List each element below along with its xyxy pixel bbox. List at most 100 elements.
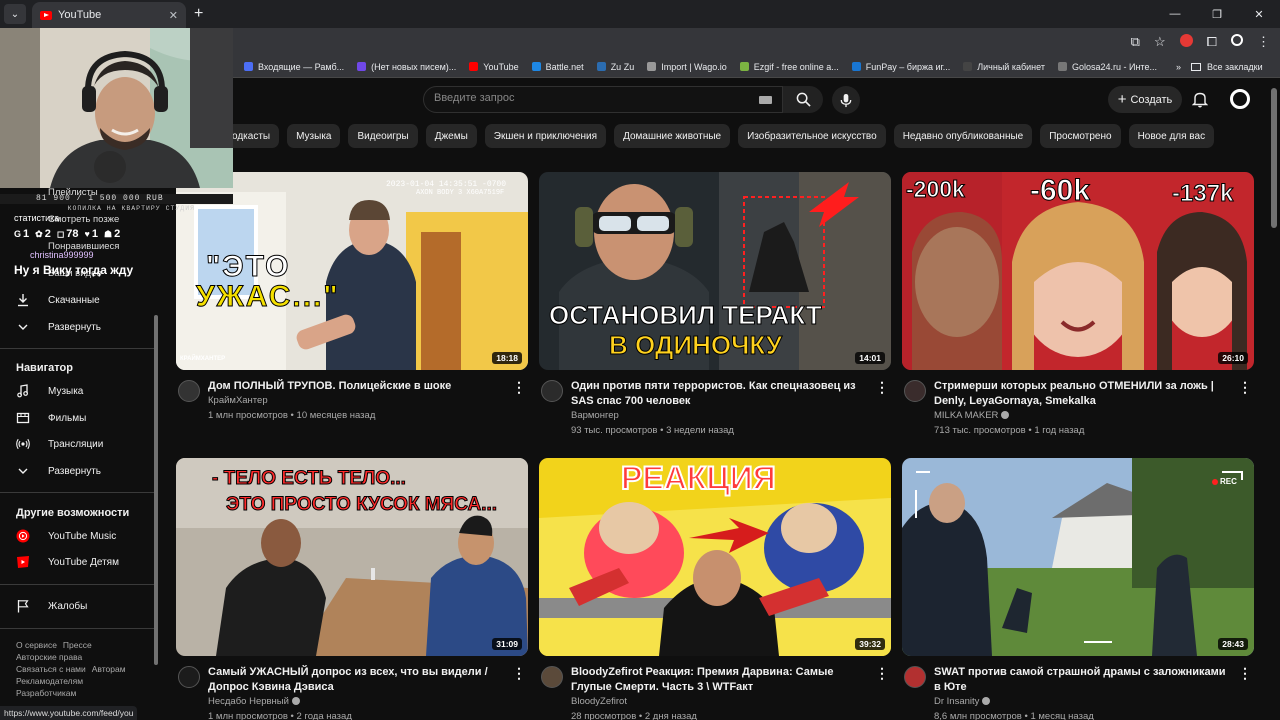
bookmark-item[interactable]: Zu Zu	[596, 62, 634, 72]
sidebar-scrollbar[interactable]	[154, 315, 158, 665]
cast-icon[interactable]: ⧉	[1131, 34, 1140, 50]
bookmark-item[interactable]: YouTube	[469, 62, 519, 72]
footer-link-copyright[interactable]: Авторские права	[16, 652, 82, 662]
video-thumbnail[interactable]: -200k -60k -137k 26:10	[902, 172, 1254, 370]
sidebar-item-movies[interactable]: Фильмы	[16, 406, 86, 430]
channel-avatar[interactable]	[904, 380, 926, 402]
more-actions-icon[interactable]: ⋮	[1238, 379, 1252, 396]
channel-avatar[interactable]	[178, 380, 200, 402]
video-title[interactable]: SWAT против самой страшной драмы с залож…	[934, 665, 1234, 695]
profile-icon[interactable]	[1231, 34, 1243, 46]
bookmark-item[interactable]: Golosa24.ru - Инте...	[1057, 62, 1157, 72]
extension-red-icon[interactable]	[1179, 34, 1193, 47]
create-button[interactable]: + Создать	[1108, 86, 1182, 113]
restore-icon[interactable]: ❐	[1196, 0, 1238, 28]
category-chip[interactable]: одкасты	[232, 124, 280, 148]
category-chip[interactable]: Джемы	[425, 124, 477, 148]
channel-name[interactable]: MILKA MAKER	[934, 410, 998, 421]
video-thumbnail[interactable]: REC 28:43	[902, 458, 1254, 656]
more-actions-icon[interactable]: ⋮	[875, 665, 889, 682]
all-bookmarks-button[interactable]: Все закладки	[1190, 62, 1263, 72]
category-chip[interactable]: Изобразительное искусство	[738, 124, 886, 148]
footer-link-contact[interactable]: Связаться с нами	[16, 664, 86, 674]
footer-link-developers[interactable]: Разработчикам	[16, 688, 76, 698]
channel-name[interactable]: Несдабо Нервный	[208, 696, 289, 707]
video-card[interactable]: REC 28:43 SWAT против самой страшной дра…	[902, 458, 1254, 720]
video-card[interactable]: ОСТАНОВИЛ ТЕРАКТ В ОДИНОЧКУ 14:01 Один п…	[539, 172, 891, 440]
bookmark-item[interactable]: FunPay – биржа иг...	[851, 62, 950, 72]
video-duration: 14:01	[855, 352, 885, 364]
more-actions-icon[interactable]: ⋮	[512, 379, 526, 396]
sidebar-item-playlists[interactable]: Плейлисты	[48, 187, 98, 198]
notifications-bell-icon[interactable]	[1192, 91, 1208, 108]
bookmark-item[interactable]: (Нет новых писем)...	[357, 62, 456, 72]
video-card[interactable]: - ТЕЛО ЕСТЬ ТЕЛО... ЭТО ПРОСТО КУСОК МЯС…	[176, 458, 528, 720]
more-actions-icon[interactable]: ⋮	[512, 665, 526, 682]
tab-search-button[interactable]: ⌄	[4, 4, 26, 24]
minimize-icon[interactable]: —	[1154, 0, 1196, 28]
tab-close-icon[interactable]: ✕	[169, 9, 178, 22]
channel-name[interactable]: Вармонгер	[571, 410, 619, 421]
channel-avatar[interactable]	[904, 666, 926, 688]
category-chip[interactable]: Экшен и приключения	[484, 124, 607, 148]
channel-name[interactable]: КраймХантер	[208, 395, 268, 406]
sidebar-expand-button[interactable]: Развернуть	[16, 315, 101, 339]
video-duration: 18:18	[492, 352, 522, 364]
bookmark-item[interactable]: Входящие — Рамб...	[244, 62, 344, 72]
footer-link-about[interactable]: О сервисе	[16, 640, 57, 650]
more-actions-icon[interactable]: ⋮	[1238, 665, 1252, 682]
video-card[interactable]: "ЭТО УЖАС..." 2023-01-04 14:35:51 -0700 …	[176, 172, 528, 440]
keyboard-icon[interactable]	[759, 96, 772, 104]
more-actions-icon[interactable]: ⋮	[875, 379, 889, 396]
browser-menu-icon[interactable]: ⋮	[1257, 34, 1270, 50]
bookmark-item[interactable]: Ezgif - free online a...	[739, 62, 839, 72]
bookmarks-overflow-button[interactable]: »	[1176, 62, 1181, 72]
channel-avatar[interactable]	[178, 666, 200, 688]
footer-link-advertise[interactable]: Рекламодателям	[16, 676, 83, 686]
bookmark-item[interactable]: Import | Wago.io	[647, 62, 727, 72]
category-chip[interactable]: Недавно опубликованные	[893, 124, 1033, 148]
footer-link-press[interactable]: Прессе	[63, 640, 92, 650]
new-tab-button[interactable]: +	[194, 5, 203, 23]
channel-name[interactable]: Dr Insanity	[934, 696, 979, 707]
video-title[interactable]: BloodyZefirot Реакция: Премия Дарвина: С…	[571, 665, 871, 695]
channel-avatar[interactable]	[541, 666, 563, 688]
category-chip[interactable]: Музыка	[287, 124, 341, 148]
sidebar-item-music[interactable]: Музыка	[16, 379, 83, 403]
sidebar-item-report[interactable]: Жалобы	[16, 594, 87, 618]
extensions-puzzle-icon[interactable]: ⧠	[1207, 34, 1217, 50]
category-chip[interactable]: Видеоигры	[348, 124, 418, 148]
video-thumbnail[interactable]: ОСТАНОВИЛ ТЕРАКТ В ОДИНОЧКУ 14:01	[539, 172, 891, 370]
sidebar-item-live[interactable]: Трансляции	[16, 432, 103, 456]
browser-tab-youtube[interactable]: YouTube ✕	[32, 2, 186, 28]
video-title[interactable]: Дом ПОЛНЫЙ ТРУПОВ. Полицейские в шоке	[208, 379, 508, 394]
channel-avatar[interactable]	[541, 380, 563, 402]
video-thumbnail[interactable]: РЕАКЦИЯ 39:32	[539, 458, 891, 656]
bookmark-item[interactable]: Battle.net	[531, 62, 584, 72]
video-title[interactable]: Один против пяти террористов. Как спецна…	[571, 379, 871, 409]
close-window-icon[interactable]: ✕	[1238, 0, 1280, 28]
stat-icon: ✿	[35, 229, 43, 239]
sidebar-item-downloads[interactable]: Скачанные	[16, 288, 100, 312]
sidebar-item-youtube-music[interactable]: YouTube Music	[16, 524, 116, 548]
account-avatar[interactable]	[1230, 89, 1250, 109]
category-chip[interactable]: Домашние животные	[614, 124, 731, 148]
bookmark-item[interactable]: Личный кабинет	[963, 62, 1045, 72]
video-card[interactable]: -200k -60k -137k 26:10 Стримерши которых…	[902, 172, 1254, 440]
search-button[interactable]	[783, 86, 823, 113]
voice-search-button[interactable]	[832, 86, 860, 114]
video-card[interactable]: РЕАКЦИЯ 39:32 BloodyZefirot Реакция: Пре…	[539, 458, 891, 720]
category-chip[interactable]: Новое для вас	[1128, 124, 1215, 148]
sidebar-item-youtube-kids[interactable]: YouTube Детям	[16, 550, 119, 574]
footer-link-creators[interactable]: Авторам	[92, 664, 126, 674]
sidebar-expand-button-2[interactable]: Развернуть	[16, 459, 101, 483]
bookmark-favicon-icon	[1057, 62, 1067, 71]
bookmark-star-icon[interactable]: ☆	[1154, 34, 1166, 50]
search-input[interactable]	[434, 92, 734, 104]
channel-name[interactable]: BloodyZefirot	[571, 696, 627, 707]
category-chip[interactable]: Просмотрено	[1040, 124, 1121, 148]
video-title[interactable]: Самый УЖАСНЫЙ допрос из всех, что вы вид…	[208, 665, 508, 695]
video-title[interactable]: Стримерши которых реально ОТМЕНИЛИ за ло…	[934, 379, 1234, 409]
video-thumbnail[interactable]: - ТЕЛО ЕСТЬ ТЕЛО... ЭТО ПРОСТО КУСОК МЯС…	[176, 458, 528, 656]
page-scrollbar[interactable]	[1271, 88, 1277, 228]
